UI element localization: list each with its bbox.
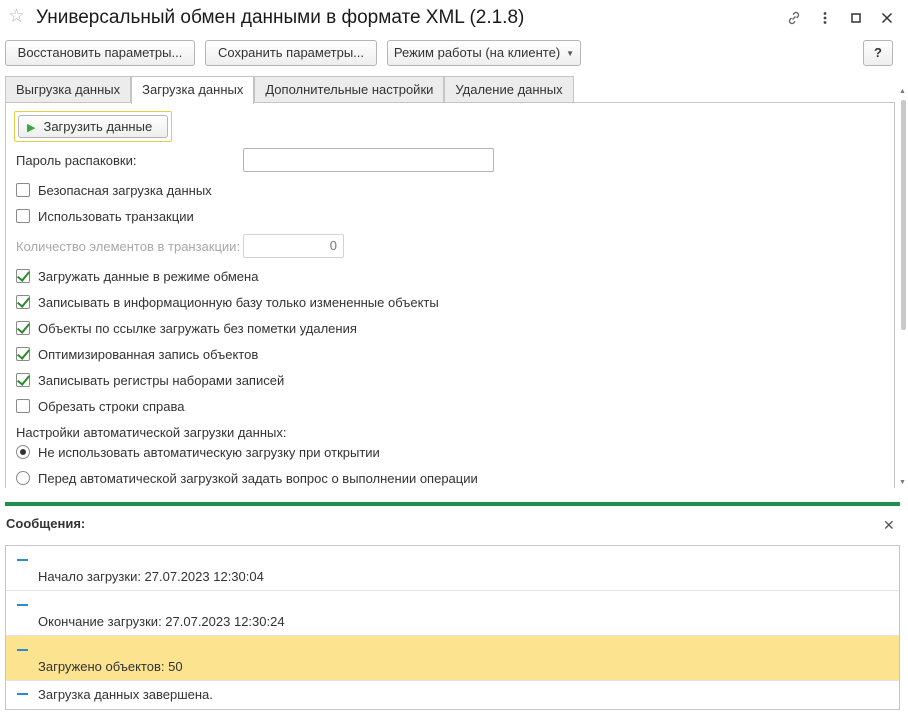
use-transactions-label: Использовать транзакции xyxy=(38,209,194,224)
help-label: ? xyxy=(874,45,882,60)
safe-load-checkbox-row[interactable]: Безопасная загрузка данных xyxy=(16,181,212,201)
option-label: Записывать в информационную базу только … xyxy=(38,295,439,310)
title-bar: ☆ Универсальный обмен данными в формате … xyxy=(0,0,908,36)
more-icon[interactable] xyxy=(813,7,836,29)
password-label: Пароль распаковки: xyxy=(16,153,137,168)
messages-list: Начало загрузки: 27.07.2023 12:30:04 Око… xyxy=(5,545,900,710)
option-register-sets-row[interactable]: Записывать регистры наборами записей xyxy=(16,371,284,391)
chevron-down-icon: ▼ xyxy=(566,49,575,58)
option-changed-only-row[interactable]: Записывать в информационную базу только … xyxy=(16,293,439,313)
message-text: Начало загрузки: 27.07.2023 12:30:04 xyxy=(38,569,264,584)
messages-title: Сообщения: xyxy=(6,516,86,531)
dash-icon xyxy=(17,649,28,651)
message-item[interactable]: Начало загрузки: 27.07.2023 12:30:04 xyxy=(6,546,899,591)
window-title: Универсальный обмен данными в формате XM… xyxy=(36,7,525,28)
option-label: Объекты по ссылке загружать без пометки … xyxy=(38,321,357,336)
option-trim-strings-row[interactable]: Обрезать строки справа xyxy=(16,397,184,417)
option-label: Записывать регистры наборами записей xyxy=(38,373,285,388)
safe-load-label: Безопасная загрузка данных xyxy=(38,183,212,198)
option-trim-strings-checkbox[interactable] xyxy=(16,399,30,413)
auto-load-settings-label: Настройки автоматической загрузки данных… xyxy=(16,425,287,440)
option-label: Загружать данные в режиме обмена xyxy=(38,269,259,284)
message-item[interactable]: Загрузка данных завершена. xyxy=(6,681,899,709)
option-optimized-write-checkbox[interactable] xyxy=(16,347,30,361)
message-item[interactable]: Загружено объектов: 50 xyxy=(6,636,899,681)
work-mode-dropdown[interactable]: Режим работы (на клиенте) ▼ xyxy=(387,40,581,66)
auto-load-option-none-row[interactable]: Не использовать автоматическую загрузку … xyxy=(16,443,380,463)
save-settings-label: Сохранить параметры... xyxy=(217,45,365,60)
tab-label: Удаление данных xyxy=(455,82,563,97)
option-changed-only-checkbox[interactable] xyxy=(16,295,30,309)
option-optimized-write-row[interactable]: Оптимизированная запись объектов xyxy=(16,345,258,365)
message-text: Загрузка данных завершена. xyxy=(38,687,213,702)
transaction-count-input[interactable]: 0 xyxy=(243,234,344,258)
import-panel: ▶ Загрузить данные Пароль распаковки: Без… xyxy=(5,102,895,488)
link-icon[interactable] xyxy=(782,7,805,29)
message-item[interactable]: Окончание загрузки: 27.07.2023 12:30:24 xyxy=(6,591,899,636)
option-no-deletion-mark-checkbox[interactable] xyxy=(16,321,30,335)
auto-load-option-ask-row[interactable]: Перед автоматической загрузкой задать во… xyxy=(16,469,478,488)
close-icon[interactable]: ✕ xyxy=(883,517,895,534)
scroll-thumb[interactable] xyxy=(901,100,906,330)
radio-label: Не использовать автоматическую загрузку … xyxy=(38,445,380,460)
title-actions xyxy=(782,7,898,29)
use-transactions-checkbox-row[interactable]: Использовать транзакции xyxy=(16,207,194,227)
password-input[interactable] xyxy=(243,148,494,172)
message-text: Загружено объектов: 50 xyxy=(38,659,183,674)
dash-icon xyxy=(17,559,28,561)
star-icon[interactable]: ☆ xyxy=(8,6,25,28)
tab-label: Выгрузка данных xyxy=(16,82,121,97)
transaction-count-label: Количество элементов в транзакции: xyxy=(16,239,241,254)
dash-icon xyxy=(17,604,28,606)
tab-label: Дополнительные настройки xyxy=(265,82,434,97)
help-button[interactable]: ? xyxy=(863,40,893,66)
tab-delete-data[interactable]: Удаление данных xyxy=(444,76,574,103)
work-mode-label: Режим работы (на клиенте) xyxy=(393,45,561,60)
tab-bar: Выгрузка данных Загрузка данных Дополнит… xyxy=(5,76,574,104)
tab-additional-settings[interactable]: Дополнительные настройки xyxy=(254,76,445,103)
tab-label: Загрузка данных xyxy=(142,82,244,97)
option-label: Оптимизированная запись объектов xyxy=(38,347,259,362)
restore-settings-button[interactable]: Восстановить параметры... xyxy=(5,40,195,66)
load-data-label: Загрузить данные xyxy=(43,119,153,134)
scroll-up-icon[interactable]: ▲ xyxy=(899,88,906,95)
radio-label: Перед автоматической загрузкой задать во… xyxy=(38,471,478,486)
safe-load-checkbox[interactable] xyxy=(16,183,30,197)
maximize-icon[interactable] xyxy=(844,7,867,29)
option-exchange-mode-row[interactable]: Загружать данные в режиме обмена xyxy=(16,267,258,287)
option-label: Обрезать строки справа xyxy=(38,399,185,414)
restore-settings-label: Восстановить параметры... xyxy=(17,45,183,60)
save-settings-button[interactable]: Сохранить параметры... xyxy=(205,40,377,66)
panel-scrollbar[interactable]: ▲ ▼ xyxy=(897,88,908,488)
messages-splitter[interactable] xyxy=(5,502,900,506)
message-text: Окончание загрузки: 27.07.2023 12:30:24 xyxy=(38,614,285,629)
auto-load-option-none-radio[interactable] xyxy=(16,445,30,459)
option-register-sets-checkbox[interactable] xyxy=(16,373,30,387)
tab-export[interactable]: Выгрузка данных xyxy=(5,76,132,103)
scroll-down-icon[interactable]: ▼ xyxy=(899,479,906,486)
load-button-focus-frame: ▶ Загрузить данные xyxy=(14,111,172,142)
use-transactions-checkbox[interactable] xyxy=(16,209,30,223)
tab-import[interactable]: Загрузка данных xyxy=(131,76,255,104)
dash-icon xyxy=(17,693,28,695)
play-icon: ▶ xyxy=(27,122,36,134)
option-exchange-mode-checkbox[interactable] xyxy=(16,269,30,283)
auto-load-option-ask-radio[interactable] xyxy=(16,471,30,485)
close-icon[interactable] xyxy=(875,7,898,29)
load-data-button[interactable]: ▶ Загрузить данные xyxy=(18,115,168,138)
option-no-deletion-mark-row[interactable]: Объекты по ссылке загружать без пометки … xyxy=(16,319,357,339)
